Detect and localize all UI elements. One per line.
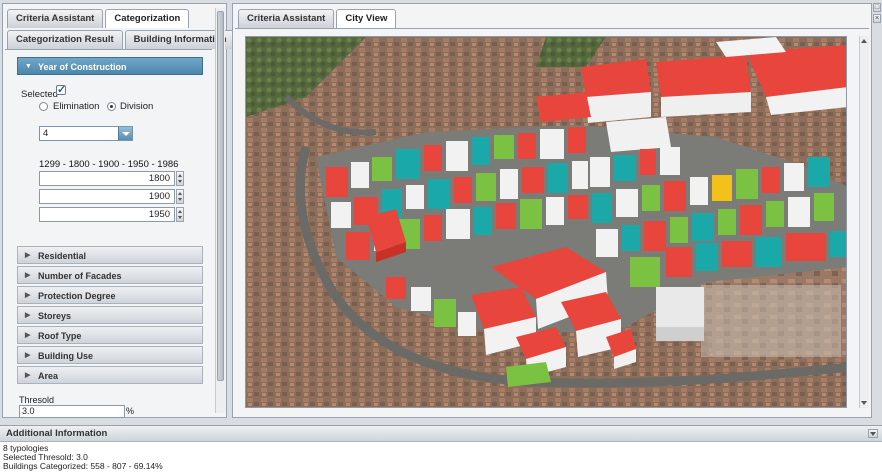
section-title: Number of Facades xyxy=(38,271,122,281)
division-label: Division xyxy=(120,101,154,112)
chevron-down-icon[interactable] xyxy=(118,127,132,140)
building-green xyxy=(434,299,456,327)
building-red xyxy=(386,277,406,299)
break-input-1[interactable]: 1800 xyxy=(39,171,175,186)
section-number-of-facades[interactable]: ▶ Number of Facades xyxy=(17,266,203,284)
selected-label: Selected xyxy=(21,89,58,100)
section-storeys[interactable]: ▶ Storeys xyxy=(17,306,203,324)
additional-information-panel: Additional Information 8 typologies Sele… xyxy=(0,425,882,475)
tab-criteria-assistant-right[interactable]: Criteria Assistant xyxy=(238,9,335,28)
section-area[interactable]: ▶ Area xyxy=(17,366,203,384)
elimination-radio[interactable] xyxy=(39,102,48,111)
spinner-arrows-icon[interactable] xyxy=(176,171,184,186)
section-title: Year of Construction xyxy=(38,62,127,72)
building-red xyxy=(536,92,591,122)
scrollbar-thumb[interactable] xyxy=(217,11,224,381)
section-year-of-construction[interactable]: ▼ Year of Construction xyxy=(17,57,203,75)
tab-categorization[interactable]: Categorization xyxy=(105,9,190,28)
right-panel: Criteria Assistant City View xyxy=(232,3,872,418)
year-section-body: Selected Elimination Division 4 1299 - 1… xyxy=(17,79,203,239)
section-title: Storeys xyxy=(38,311,72,321)
window-buttons: □ × xyxy=(873,3,881,25)
industrial-roofs xyxy=(701,285,841,357)
threshold-label: Thresold xyxy=(19,395,55,405)
left-tabbar-bottom: Categorization Result Building Informati… xyxy=(7,30,236,49)
close-icon[interactable]: × xyxy=(873,14,881,23)
building-white xyxy=(656,287,704,329)
section-title: Roof Type xyxy=(38,331,82,341)
section-title: Protection Degree xyxy=(38,291,116,301)
section-residential[interactable]: ▶ Residential xyxy=(17,246,203,264)
info-line-typologies: 8 typologies xyxy=(3,443,49,453)
chevron-down-icon[interactable] xyxy=(868,429,878,438)
tab-criteria-assistant[interactable]: Criteria Assistant xyxy=(7,9,104,28)
info-line-categorized: Buildings Categorized: 558 - 807 - 69.14… xyxy=(3,461,163,471)
building-white xyxy=(606,117,671,152)
spinner-arrows-icon[interactable] xyxy=(176,189,184,204)
triangle-right-icon: ▶ xyxy=(25,352,31,359)
panel-title: Additional Information xyxy=(6,428,108,439)
right-scrollbar[interactable] xyxy=(859,36,869,408)
triangle-right-icon: ▶ xyxy=(25,292,31,299)
triangle-right-icon: ▶ xyxy=(25,332,31,339)
scroll-down-icon[interactable] xyxy=(861,399,868,407)
break-input-3[interactable]: 1950 xyxy=(39,207,175,222)
additional-information-header[interactable]: Additional Information xyxy=(0,426,882,442)
info-lines: 8 typologies Selected Thresold: 3.0 Buil… xyxy=(0,442,882,471)
city-view-3d-map[interactable] xyxy=(245,36,847,408)
tab-categorization-result[interactable]: Categorization Result xyxy=(7,30,123,49)
break-input-2[interactable]: 1900 xyxy=(39,189,175,204)
left-panel: Criteria Assistant Categorization Catego… xyxy=(2,3,236,418)
typology-count-value: 4 xyxy=(43,128,49,139)
right-tabbar: Criteria Assistant City View xyxy=(238,9,397,28)
tab-city-view[interactable]: City View xyxy=(336,9,397,28)
division-radio[interactable] xyxy=(107,102,116,111)
elimination-label: Elimination xyxy=(53,101,100,112)
threshold-unit: % xyxy=(126,406,135,416)
section-roof-type[interactable]: ▶ Roof Type xyxy=(17,326,203,344)
section-title: Residential xyxy=(38,251,87,261)
spinner-arrows-icon[interactable] xyxy=(176,207,184,222)
tab-divider xyxy=(235,28,869,29)
typology-count-select[interactable]: 4 xyxy=(39,126,133,141)
building-white-side xyxy=(656,327,704,341)
triangle-right-icon: ▶ xyxy=(25,252,31,259)
section-title: Area xyxy=(38,371,59,381)
left-tabbar-top: Criteria Assistant Categorization xyxy=(7,9,190,28)
section-building-use[interactable]: ▶ Building Use xyxy=(17,346,203,364)
building-white xyxy=(411,287,431,311)
section-title: Building Use xyxy=(38,351,94,361)
scroll-up-icon[interactable] xyxy=(861,37,868,45)
threshold-input[interactable]: 3.0 xyxy=(19,405,125,418)
section-protection-degree[interactable]: ▶ Protection Degree xyxy=(17,286,203,304)
triangle-right-icon: ▶ xyxy=(25,312,31,319)
triangle-right-icon: ▶ xyxy=(25,372,31,379)
triangle-down-icon: ▼ xyxy=(25,63,32,70)
building-white xyxy=(458,312,476,336)
triangle-right-icon: ▶ xyxy=(25,272,31,279)
selected-checkbox[interactable] xyxy=(56,83,66,96)
tab-divider xyxy=(5,49,212,50)
restore-icon[interactable]: □ xyxy=(873,3,881,12)
building-red xyxy=(656,55,751,97)
left-scrollbar[interactable] xyxy=(215,8,225,413)
year-range-text: 1299 - 1800 - 1900 - 1950 - 1986 xyxy=(39,159,179,170)
